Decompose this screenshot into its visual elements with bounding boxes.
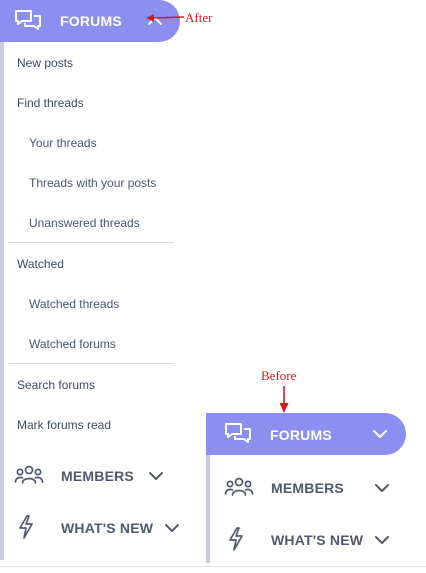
whats-new-label: WHAT'S NEW: [271, 532, 364, 548]
chevron-down-icon[interactable]: [163, 521, 181, 535]
menu-find-threads[interactable]: Find threads: [17, 96, 84, 110]
members-label: MEMBERS: [61, 468, 134, 484]
after-nav-panel: FORUMS New posts Find threads Your threa…: [0, 0, 182, 560]
members-nav-item[interactable]: MEMBERS: [0, 459, 182, 493]
whats-new-nav-item[interactable]: WHAT'S NEW: [0, 511, 182, 545]
chat-bubbles-icon: [14, 9, 42, 33]
menu-watched-threads[interactable]: Watched threads: [29, 297, 119, 311]
forums-label: FORUMS: [60, 13, 122, 29]
chevron-down-icon[interactable]: [147, 469, 165, 483]
lightning-icon: [14, 514, 44, 540]
lightning-icon: [224, 526, 254, 552]
before-annotation: Before: [261, 368, 297, 383]
after-annotation: After: [185, 10, 213, 25]
chat-bubbles-icon: [224, 422, 252, 446]
chevron-down-icon[interactable]: [373, 481, 391, 495]
menu-mark-forums-read[interactable]: Mark forums read: [17, 418, 111, 432]
forums-nav-header[interactable]: FORUMS: [206, 413, 406, 455]
before-arrow: [279, 386, 289, 413]
bottom-divider: [0, 566, 426, 567]
members-nav-item[interactable]: MEMBERS: [206, 471, 412, 505]
menu-watched[interactable]: Watched: [17, 257, 64, 271]
whats-new-label: WHAT'S NEW: [61, 520, 154, 536]
chevron-down-icon[interactable]: [373, 533, 391, 547]
menu-unanswered-threads[interactable]: Unanswered threads: [29, 216, 140, 230]
members-icon: [224, 474, 254, 500]
after-arrow: [146, 14, 185, 22]
menu-search-forums[interactable]: Search forums: [17, 378, 95, 392]
menu-threads-with-your-posts[interactable]: Threads with your posts: [29, 176, 156, 190]
menu-watched-forums[interactable]: Watched forums: [29, 337, 116, 351]
members-icon: [14, 462, 44, 488]
menu-your-threads[interactable]: Your threads: [29, 136, 97, 150]
before-nav-panel: FORUMS MEMBERS WHAT'S NEW: [206, 413, 412, 563]
menu-new-posts[interactable]: New posts: [17, 56, 73, 70]
forums-label: FORUMS: [270, 427, 332, 443]
menu-divider: [8, 363, 174, 364]
whats-new-nav-item[interactable]: WHAT'S NEW: [206, 523, 412, 557]
menu-divider: [8, 242, 174, 243]
members-label: MEMBERS: [271, 480, 344, 496]
chevron-down-icon[interactable]: [371, 427, 389, 441]
